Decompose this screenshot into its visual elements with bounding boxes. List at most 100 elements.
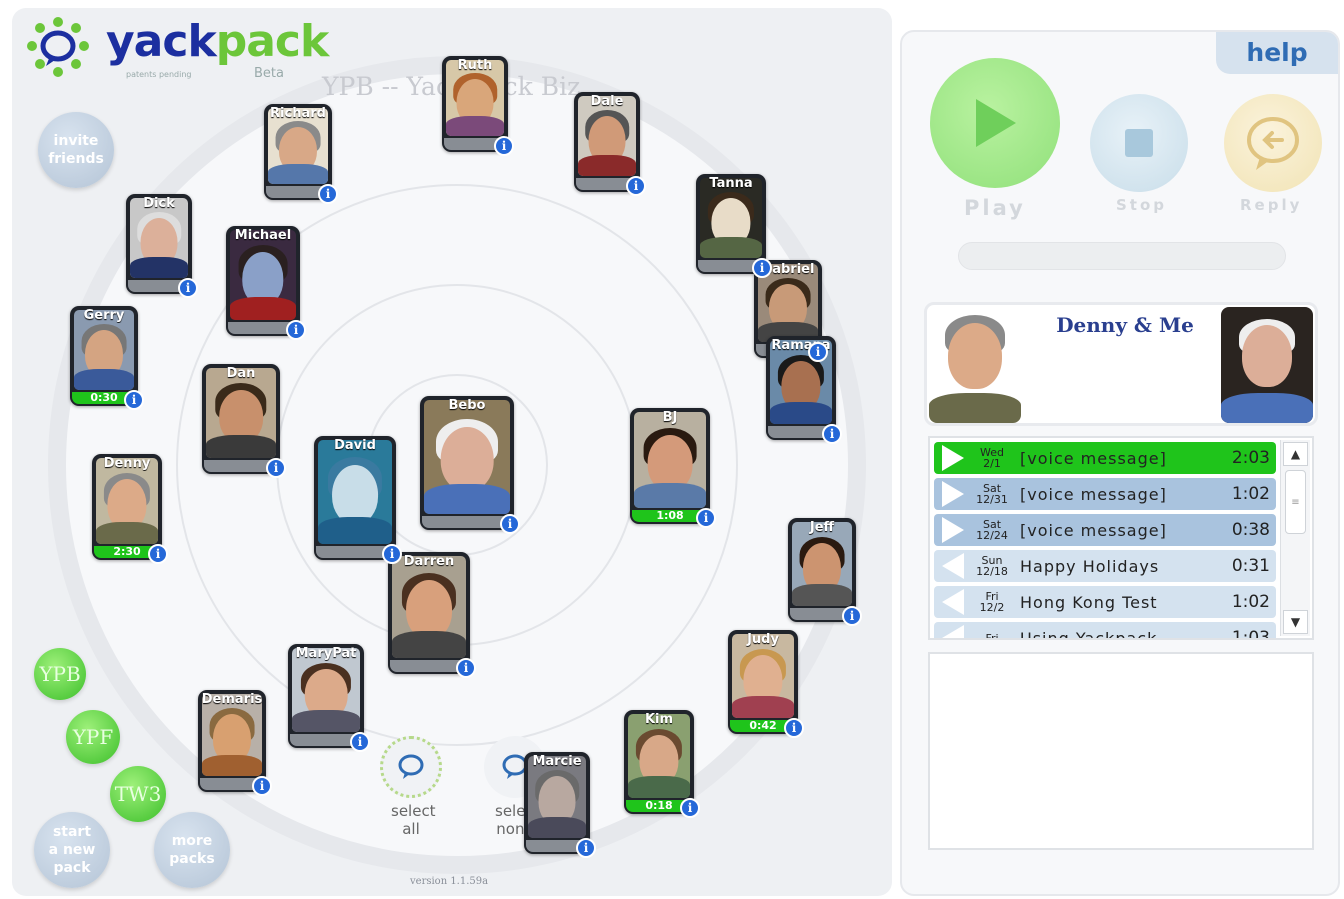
member-card-david[interactable]: David i <box>314 436 402 564</box>
info-icon[interactable]: i <box>178 278 198 298</box>
member-name: Dale <box>590 94 624 109</box>
message-row[interactable]: Fri 12/2 Hong Kong Test 1:02 <box>934 586 1276 618</box>
info-icon[interactable]: i <box>318 184 338 204</box>
info-icon[interactable]: i <box>784 718 804 738</box>
message-title: [voice message] <box>1020 484 1167 504</box>
scroll-up-arrow[interactable]: ▲ <box>1283 442 1308 466</box>
member-name: David <box>334 438 376 453</box>
message-day-date: 12/24 <box>976 529 1008 542</box>
pack-button-tw3[interactable]: TW3 <box>110 766 166 822</box>
info-icon[interactable]: i <box>626 176 646 196</box>
stop-button[interactable] <box>1090 94 1188 192</box>
message-day: Fri <box>985 631 999 640</box>
info-icon[interactable]: i <box>500 514 520 534</box>
member-card-demaris[interactable]: Demaris i <box>198 690 272 796</box>
message-duration: 1:02 <box>1231 484 1270 504</box>
message-play-icon[interactable] <box>942 589 964 615</box>
info-icon[interactable]: i <box>252 776 272 796</box>
conversation-photo-left <box>929 307 1021 423</box>
member-card-jeff[interactable]: Jeff i <box>788 518 862 626</box>
info-icon[interactable]: i <box>456 658 476 678</box>
member-card-marcie[interactable]: Marcie i <box>524 752 596 858</box>
more-packs-button[interactable]: more packs <box>154 812 230 888</box>
member-name: MaryPat <box>295 646 357 661</box>
member-name: Jeff <box>809 520 835 535</box>
playback-progress-bar[interactable] <box>958 242 1286 270</box>
pack-button-ypf[interactable]: YPF <box>66 710 120 764</box>
info-icon[interactable]: i <box>148 544 168 564</box>
message-row[interactable]: Fri Using Yackpack 1:03 <box>934 622 1276 640</box>
member-name: Bebo <box>448 398 486 413</box>
member-card-michael[interactable]: Michael i <box>226 226 306 340</box>
member-name: Judy <box>747 632 779 647</box>
member-card-dick[interactable]: Dick i <box>126 194 198 298</box>
message-title: [voice message] <box>1020 520 1167 540</box>
info-icon[interactable]: i <box>382 544 402 564</box>
info-icon[interactable]: i <box>680 798 700 818</box>
reply-button[interactable] <box>1224 94 1322 192</box>
member-card-ruth[interactable]: Ruth i <box>442 56 514 156</box>
scroll-down-arrow[interactable]: ▼ <box>1283 610 1308 634</box>
member-photo <box>634 412 706 508</box>
member-card-marypat[interactable]: MaryPat i <box>288 644 370 752</box>
member-card-kim[interactable]: Kim 0:18 i <box>624 710 700 818</box>
help-button[interactable]: help <box>1216 32 1338 74</box>
message-play-icon[interactable] <box>942 481 964 507</box>
message-play-icon[interactable] <box>942 445 964 471</box>
speech-bubble-icon <box>380 736 442 798</box>
message-duration: 0:38 <box>1231 520 1270 540</box>
message-detail-area[interactable] <box>928 652 1314 850</box>
info-icon[interactable]: i <box>576 838 596 858</box>
message-play-icon[interactable] <box>942 517 964 543</box>
member-name: Michael <box>234 228 292 243</box>
member-card-denny[interactable]: Denny 2:30 i <box>92 454 168 564</box>
invite-friends-button[interactable]: invite friends <box>38 112 114 188</box>
message-title: Happy Holidays <box>1020 556 1160 576</box>
message-day-date: 12/31 <box>976 493 1008 506</box>
info-icon[interactable]: i <box>822 424 842 444</box>
select-all-button[interactable]: select all <box>374 736 448 838</box>
info-icon[interactable]: i <box>124 390 144 410</box>
message-play-icon[interactable] <box>942 625 964 638</box>
conversation-photo-right <box>1221 307 1313 423</box>
message-title: [voice message] <box>1020 448 1167 468</box>
info-icon[interactable]: i <box>696 508 716 528</box>
message-row[interactable]: Sun 12/18 Happy Holidays 0:31 <box>934 550 1276 582</box>
member-card-tanna[interactable]: Tanna i <box>696 174 772 278</box>
message-play-icon[interactable] <box>942 553 964 579</box>
info-icon[interactable]: i <box>808 342 828 362</box>
message-row[interactable]: Sat 12/31 [voice message] 1:02 <box>934 478 1276 510</box>
yackpack-logo: yackpack patents pending Beta <box>22 14 329 86</box>
logo-tagline: patents pending <box>126 70 192 79</box>
member-card-bebo[interactable]: Bebo i <box>420 396 520 534</box>
pack-button-ypb[interactable]: YPB <box>34 648 86 700</box>
message-row[interactable]: Sat 12/24 [voice message] 0:38 <box>934 514 1276 546</box>
message-row[interactable]: Wed 2/1 [voice message] 2:03 <box>934 442 1276 474</box>
select-all-label: select all <box>391 802 436 838</box>
message-list: Wed 2/1 [voice message] 2:03 Sat 12/31 [… <box>928 436 1314 640</box>
member-name: Dan <box>226 366 256 381</box>
info-icon[interactable]: i <box>494 136 514 156</box>
start-new-pack-button[interactable]: start a new pack <box>34 812 110 888</box>
message-title: Hong Kong Test <box>1020 592 1158 612</box>
pack-ypf-label: YPF <box>72 725 114 749</box>
conversation-title: Denny & Me <box>1056 313 1194 337</box>
member-card-dan[interactable]: Dan i <box>202 364 286 478</box>
info-icon[interactable]: i <box>350 732 370 752</box>
scroll-thumb[interactable]: ≡ <box>1285 470 1306 534</box>
member-card-judy[interactable]: Judy 0:42 i <box>728 630 804 738</box>
message-scrollbar[interactable]: ▲ ≡ ▼ <box>1280 440 1310 636</box>
info-icon[interactable]: i <box>286 320 306 340</box>
message-day-date: 2/1 <box>983 457 1001 470</box>
member-card-richard[interactable]: Richard i <box>264 104 338 204</box>
play-button[interactable] <box>930 58 1060 188</box>
member-photo <box>206 368 276 458</box>
member-card-darren[interactable]: Darren i <box>388 552 476 678</box>
info-icon[interactable]: i <box>752 258 772 278</box>
info-icon[interactable]: i <box>842 606 862 626</box>
info-icon[interactable]: i <box>266 458 286 478</box>
member-name: Richard <box>270 106 326 121</box>
member-card-bj[interactable]: BJ 1:08 i <box>630 408 716 528</box>
member-card-gerry[interactable]: Gerry 0:30 i <box>70 306 144 410</box>
member-card-dale[interactable]: Dale i <box>574 92 646 196</box>
